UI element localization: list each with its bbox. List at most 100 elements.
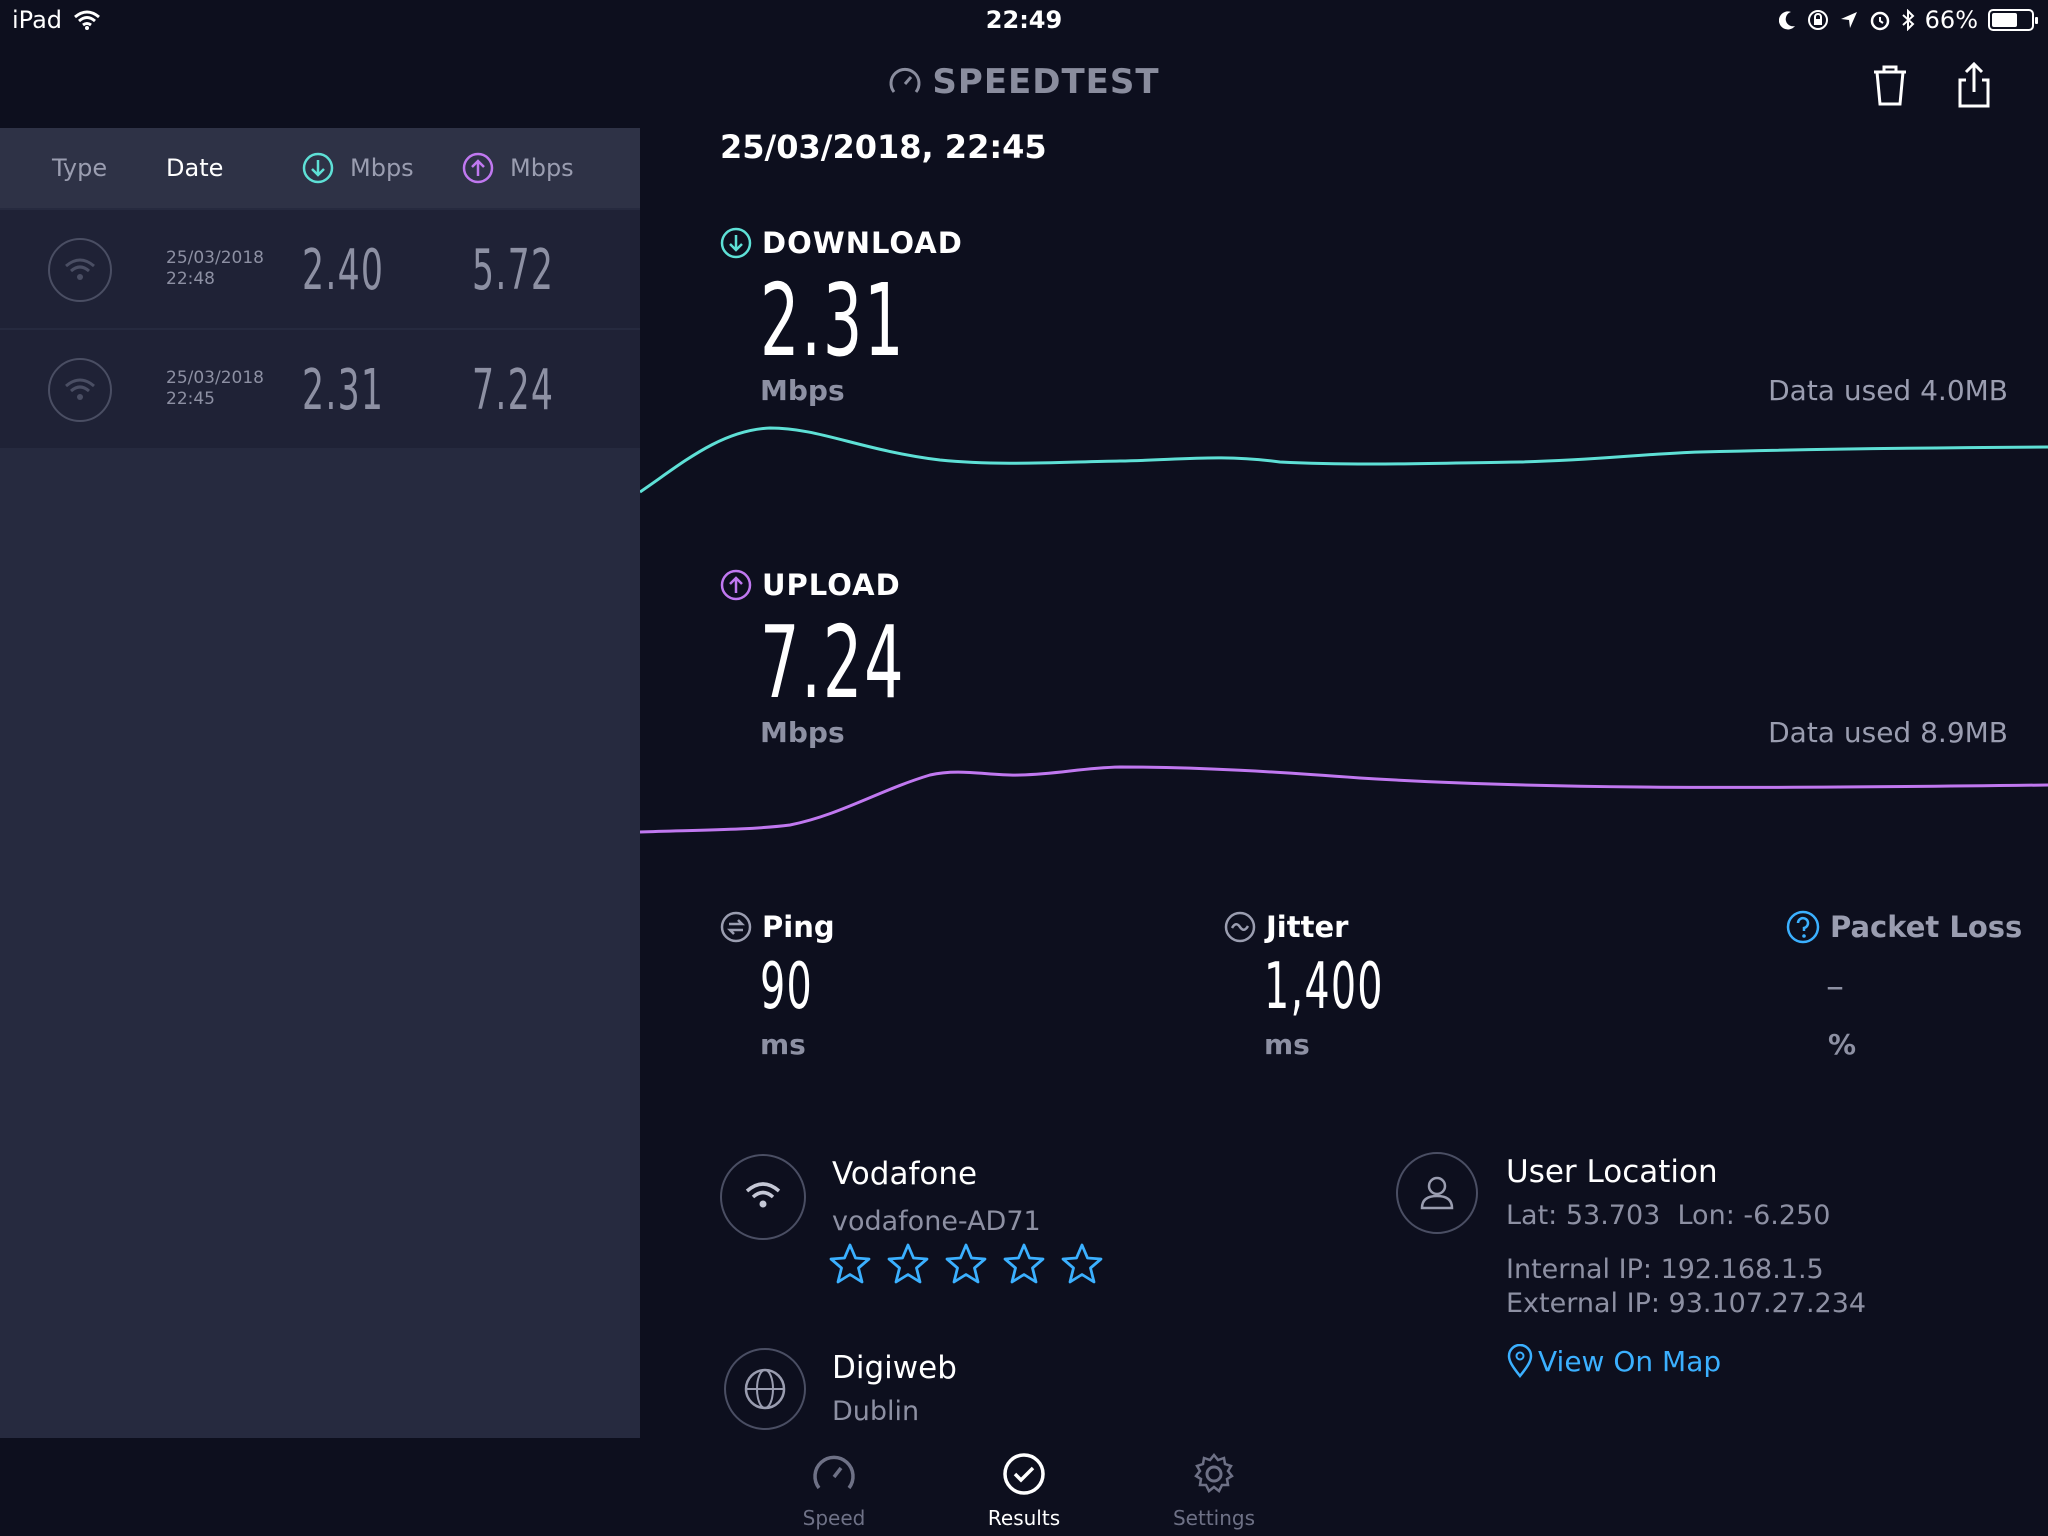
row-date: 25/03/2018 <box>166 368 264 388</box>
download-unit: Mbps <box>760 374 845 407</box>
jitter-unit: ms <box>1264 1028 1310 1061</box>
ping-label: Ping <box>762 910 835 944</box>
map-pin-icon <box>1507 1344 1533 1378</box>
ping-value: 90 <box>760 950 813 1024</box>
row-upload: 7.24 <box>472 358 555 423</box>
row-download: 2.31 <box>302 358 385 423</box>
upload-label: UPLOAD <box>762 568 901 602</box>
upload-icon <box>720 569 752 601</box>
star-icon[interactable] <box>1002 1242 1046 1286</box>
star-icon[interactable] <box>886 1242 930 1286</box>
check-circle-icon <box>1000 1450 1048 1498</box>
row-date: 25/03/2018 <box>166 248 264 268</box>
row-datetime: 25/03/2018 22:48 <box>166 248 264 290</box>
isp-name: Vodafone <box>832 1156 978 1192</box>
brand-text: SPEEDTEST <box>932 62 1160 102</box>
gear-icon <box>1190 1450 1238 1498</box>
col-date[interactable]: Date <box>166 154 223 182</box>
tab-settings[interactable]: Settings <box>1134 1440 1294 1530</box>
star-icon[interactable] <box>828 1242 872 1286</box>
packet-loss-label: Packet Loss <box>1830 910 2023 944</box>
status-bar: iPad 22:49 66% <box>0 0 2048 42</box>
row-time: 22:48 <box>166 269 215 289</box>
status-time: 22:49 <box>985 6 1063 34</box>
share-icon <box>1958 61 1990 108</box>
row-datetime: 25/03/2018 22:45 <box>166 368 264 410</box>
battery-percent: 66% <box>1924 6 1978 34</box>
battery-fill <box>1992 13 2017 27</box>
wifi-type-icon <box>48 358 112 422</box>
user-icon <box>1396 1152 1478 1234</box>
tab-bar: Speed Results Settings <box>0 1440 2048 1536</box>
battery-icon <box>1988 9 2038 31</box>
download-icon <box>720 227 752 259</box>
ping-unit: ms <box>760 1028 806 1061</box>
wifi-connection-icon <box>720 1154 806 1240</box>
view-on-map-label: View On Map <box>1538 1344 1722 1378</box>
upload-graph <box>640 765 2048 834</box>
location-title: User Location <box>1506 1154 1718 1190</box>
tab-speed-label: Speed <box>802 1506 866 1530</box>
internal-ip: Internal IP: 192.168.1.5 <box>1506 1254 1824 1285</box>
trash-icon <box>1874 65 1906 106</box>
row-time: 22:45 <box>166 389 215 409</box>
tab-results-label: Results <box>987 1506 1061 1530</box>
app-brand: SPEEDTEST <box>0 62 2048 102</box>
upload-col-icon <box>462 152 494 184</box>
server-city: Dublin <box>832 1396 920 1427</box>
network-name: vodafone-AD71 <box>832 1206 1041 1237</box>
speedometer-logo-icon <box>889 67 921 93</box>
location-coords: Lat: 53.703 Lon: -6.250 <box>1506 1200 1831 1231</box>
globe-icon <box>724 1348 806 1430</box>
rating-stars[interactable] <box>828 1242 1104 1286</box>
speedometer-icon <box>810 1450 858 1498</box>
download-title: DOWNLOAD <box>720 226 963 260</box>
packet-loss-title[interactable]: Packet Loss <box>1786 910 2022 944</box>
upload-unit: Mbps <box>760 716 845 749</box>
packet-loss-unit: % <box>1828 1028 1857 1061</box>
ping-title: Ping <box>720 910 835 944</box>
download-label: DOWNLOAD <box>762 226 963 260</box>
view-on-map-link[interactable]: View On Map <box>1506 1344 1721 1378</box>
ping-icon <box>720 911 752 943</box>
download-data-used: Data used 4.0MB <box>1768 374 2008 407</box>
col-type[interactable]: Type <box>52 154 107 182</box>
jitter-icon <box>1224 911 1256 943</box>
history-row[interactable]: 25/03/2018 22:48 2.40 5.72 <box>0 210 640 328</box>
tab-results[interactable]: Results <box>944 1440 1104 1530</box>
upload-title: UPLOAD <box>720 568 901 602</box>
jitter-title: Jitter <box>1224 910 1348 944</box>
tab-settings-label: Settings <box>1172 1506 1256 1530</box>
star-icon[interactable] <box>1060 1242 1104 1286</box>
col-upload-unit[interactable]: Mbps <box>510 154 574 182</box>
delete-button[interactable] <box>1862 58 1918 114</box>
download-value: 2.31 <box>760 262 906 379</box>
location-arrow-icon <box>1840 12 1857 28</box>
alarm-icon <box>1870 11 1889 31</box>
share-button[interactable] <box>1946 58 2002 114</box>
server-name: Digiweb <box>832 1350 957 1386</box>
history-row-selected[interactable]: 25/03/2018 22:45 2.31 7.24 <box>0 330 640 448</box>
row-download: 2.40 <box>302 238 385 303</box>
download-graph <box>640 426 2048 494</box>
result-datetime: 25/03/2018, 22:45 <box>720 128 1047 166</box>
jitter-value: 1,400 <box>1264 950 1384 1024</box>
rotation-lock-icon <box>1807 10 1828 30</box>
wifi-type-icon <box>48 238 112 302</box>
history-header: Type Date Mbps Mbps <box>0 128 640 208</box>
external-ip: External IP: 93.107.27.234 <box>1506 1288 1867 1319</box>
star-icon[interactable] <box>944 1242 988 1286</box>
tab-speed[interactable]: Speed <box>754 1440 914 1530</box>
bluetooth-icon <box>1901 9 1915 31</box>
history-panel: Type Date Mbps Mbps 25/03/2018 22:48 2.4… <box>0 128 640 1438</box>
jitter-label: Jitter <box>1266 910 1349 944</box>
help-icon[interactable] <box>1786 910 1820 944</box>
moon-icon <box>1778 11 1795 30</box>
row-upload: 5.72 <box>472 238 555 303</box>
col-download-unit[interactable]: Mbps <box>350 154 414 182</box>
status-right: 66% <box>1778 6 2038 34</box>
download-col-icon <box>302 152 334 184</box>
packet-loss-value: – <box>1826 966 1844 1007</box>
upload-data-used: Data used 8.9MB <box>1768 716 2008 749</box>
upload-value: 7.24 <box>760 604 906 721</box>
